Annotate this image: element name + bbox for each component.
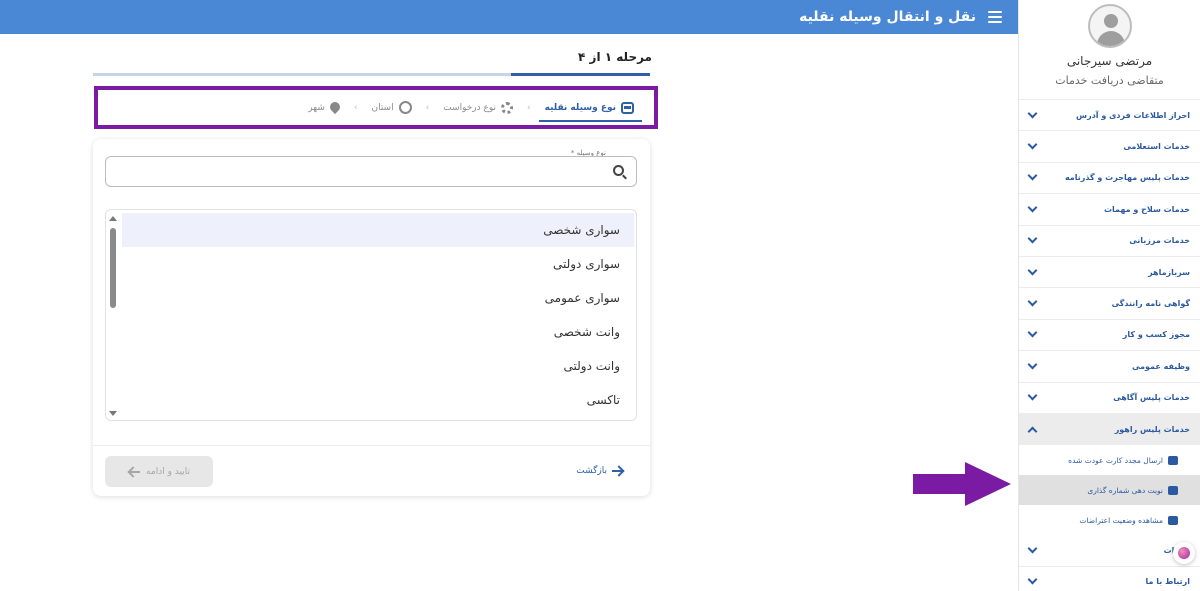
sidebar-subitem-resend-card[interactable]: ارسال مجدد کارت عودت شده <box>1019 445 1200 475</box>
stepper-tabs: نوع وسیله نقلیه › نوع درخواست › استان › … <box>94 86 658 129</box>
sidebar-item-label: خدمات پلیس آگاهی <box>1113 393 1190 403</box>
scroll-down-icon[interactable] <box>109 411 117 416</box>
step-separator: › <box>527 102 531 113</box>
sidebar-item-identity[interactable]: احراز اطلاعات فردی و آدرس <box>1019 100 1200 132</box>
vehicle-type-list: سواری شخصی سواری دولتی سواری عمومی وانت … <box>105 209 637 421</box>
sidebar-item-label: خدمات پلیس مهاجرت و گذرنامه <box>1064 173 1190 183</box>
step-label: نوع وسیله نقلیه <box>544 102 616 113</box>
user-group-icon <box>1168 515 1178 525</box>
sidebar-menu: احراز اطلاعات فردی و آدرس خدمات استعلامی… <box>1019 100 1200 591</box>
assistant-icon <box>1178 547 1190 559</box>
sidebar-item-business-permit[interactable]: مجوز کسب و کار <box>1019 320 1200 352</box>
back-button[interactable]: بازگشت <box>576 461 624 481</box>
chevron-down-icon <box>1027 543 1038 554</box>
chevron-down-icon <box>1027 171 1038 181</box>
sidebar-item-skilled-soldier[interactable]: سربازماهر <box>1019 257 1200 289</box>
list-item[interactable]: سواری عمومی <box>122 281 634 315</box>
sidebar-subitem-objections[interactable]: مشاهده وضعیت اعتراضات <box>1019 505 1200 535</box>
scroll-up-icon[interactable] <box>109 216 117 221</box>
sidebar-item-immigration[interactable]: خدمات پلیس مهاجرت و گذرنامه <box>1019 163 1200 195</box>
location-pin-icon <box>327 99 342 114</box>
step-city[interactable]: شهر <box>308 90 342 125</box>
top-header: نقل و انتقال وسیله نقلیه <box>0 0 1018 34</box>
sidebar-item-driving-license[interactable]: گواهی نامه رانندگی <box>1019 288 1200 320</box>
card-icon <box>1168 455 1178 465</box>
sidebar-item-label: مجوز کسب و کار <box>1122 330 1190 340</box>
list-item[interactable]: تاکسی <box>122 383 634 417</box>
target-icon <box>398 101 412 114</box>
scroll-thumb[interactable] <box>110 228 116 308</box>
step-separator: › <box>425 102 430 113</box>
step-vehicle-type[interactable]: نوع وسیله نقلیه <box>538 90 643 125</box>
user-avatar-icon <box>1087 4 1132 48</box>
list-item[interactable]: وانت دولتی <box>122 349 634 383</box>
sidebar-item-traffic-police[interactable]: خدمات پلیس راهور <box>1019 413 1200 446</box>
vehicle-type-search-input[interactable] <box>105 156 637 187</box>
step-label: نوع درخواست <box>443 102 497 113</box>
user-profile: مرتضی سیرجانی متقاضی دریافت خدمات <box>1019 0 1200 100</box>
sidebar-item-weapons[interactable]: خدمات سلاح و مهمات <box>1019 194 1200 226</box>
arrow-right-icon <box>612 466 624 476</box>
list-item[interactable]: سواری دولتی <box>122 247 634 281</box>
sidebar: مرتضی سیرجانی متقاضی دریافت خدمات احراز … <box>1018 0 1200 591</box>
step-label: شهر <box>308 102 325 113</box>
chevron-down-icon <box>1027 233 1038 244</box>
sidebar-item-inquiry[interactable]: خدمات استعلامی <box>1019 131 1200 163</box>
step-progress-fill <box>510 73 650 76</box>
back-label: بازگشت <box>576 466 607 476</box>
profile-role: متقاضی دریافت خدمات <box>1055 74 1164 87</box>
sidebar-item-label: احراز اطلاعات فردی و آدرس <box>1076 110 1190 120</box>
step-progress-bar <box>93 73 650 76</box>
confirm-label: تایید و ادامه <box>146 466 190 477</box>
sidebar-item-label: سربازماهر <box>1148 267 1190 277</box>
chevron-down-icon <box>1027 327 1038 338</box>
profile-name: مرتضی سیرجانی <box>1066 54 1153 68</box>
sidebar-item-label: وظیفه عمومی <box>1131 361 1190 371</box>
chevron-down-icon <box>1027 359 1038 370</box>
sidebar-subitem-plate-appointment[interactable]: نوبت دهی شماره گذاری <box>1019 475 1200 506</box>
chevron-down-icon <box>1027 574 1038 585</box>
sidebar-item-border[interactable]: خدمات مرزبانی <box>1019 226 1200 257</box>
confirm-continue-button[interactable]: تایید و ادامه <box>105 456 213 487</box>
sidebar-subitem-label: مشاهده وضعیت اعتراضات <box>1079 515 1163 525</box>
chevron-down-icon <box>1027 108 1038 119</box>
page: نقل و انتقال وسیله نقلیه مرتضی سیرجانی م… <box>0 0 1200 591</box>
hamburger-menu-icon[interactable] <box>988 11 1002 23</box>
sidebar-subitem-label: نوبت دهی شماره گذاری <box>1087 485 1163 495</box>
chevron-down-icon <box>1027 202 1038 213</box>
step-progress-text: مرحله ۱ از ۴ <box>578 50 652 64</box>
pointer-arrow-icon <box>913 462 1011 506</box>
page-title: نقل و انتقال وسیله نقلیه <box>799 9 976 25</box>
list-item[interactable]: سواری شخصی <box>122 213 634 247</box>
card-divider <box>93 445 650 446</box>
sidebar-item-public-duty[interactable]: وظیفه عمومی <box>1019 351 1200 383</box>
step-label: استان <box>371 102 394 113</box>
sidebar-item-label: خدمات مرزبانی <box>1129 236 1190 246</box>
step-request-type[interactable]: نوع درخواست <box>443 90 514 125</box>
gear-icon <box>501 101 514 114</box>
chevron-down-icon <box>1027 139 1038 150</box>
sidebar-item-label: خدمات پلیس راهور <box>1114 424 1190 434</box>
chevron-down-icon <box>1027 265 1038 276</box>
arrow-left-icon <box>128 467 141 477</box>
car-icon <box>1168 485 1178 495</box>
sidebar-item-label: خدمات استعلامی <box>1123 142 1190 152</box>
search-icon <box>613 165 624 176</box>
chevron-down-icon <box>1027 390 1038 401</box>
bus-icon <box>621 101 634 114</box>
step-separator: › <box>353 102 358 113</box>
vehicle-type-card: نوع وسیله * سواری شخصی سواری دولتی سواری… <box>93 139 650 496</box>
list-item[interactable]: وانت شخصی <box>122 315 634 349</box>
sidebar-item-label: خدمات سلاح و مهمات <box>1103 204 1190 214</box>
sidebar-subitem-label: ارسال مجدد کارت عودت شده <box>1068 455 1163 465</box>
sidebar-item-label: ارتباط با ما <box>1145 577 1190 587</box>
assistant-button[interactable] <box>1173 542 1195 564</box>
sidebar-item-label: گواهی نامه رانندگی <box>1111 299 1190 309</box>
step-province[interactable]: استان <box>371 90 412 125</box>
chevron-down-icon <box>1027 296 1038 307</box>
sidebar-item-contact[interactable]: ارتباط با ما <box>1019 567 1200 591</box>
chevron-up-icon <box>1027 426 1038 437</box>
sidebar-item-detective-police[interactable]: خدمات پلیس آگاهی <box>1019 383 1200 414</box>
list-scrollbar[interactable] <box>109 216 117 416</box>
